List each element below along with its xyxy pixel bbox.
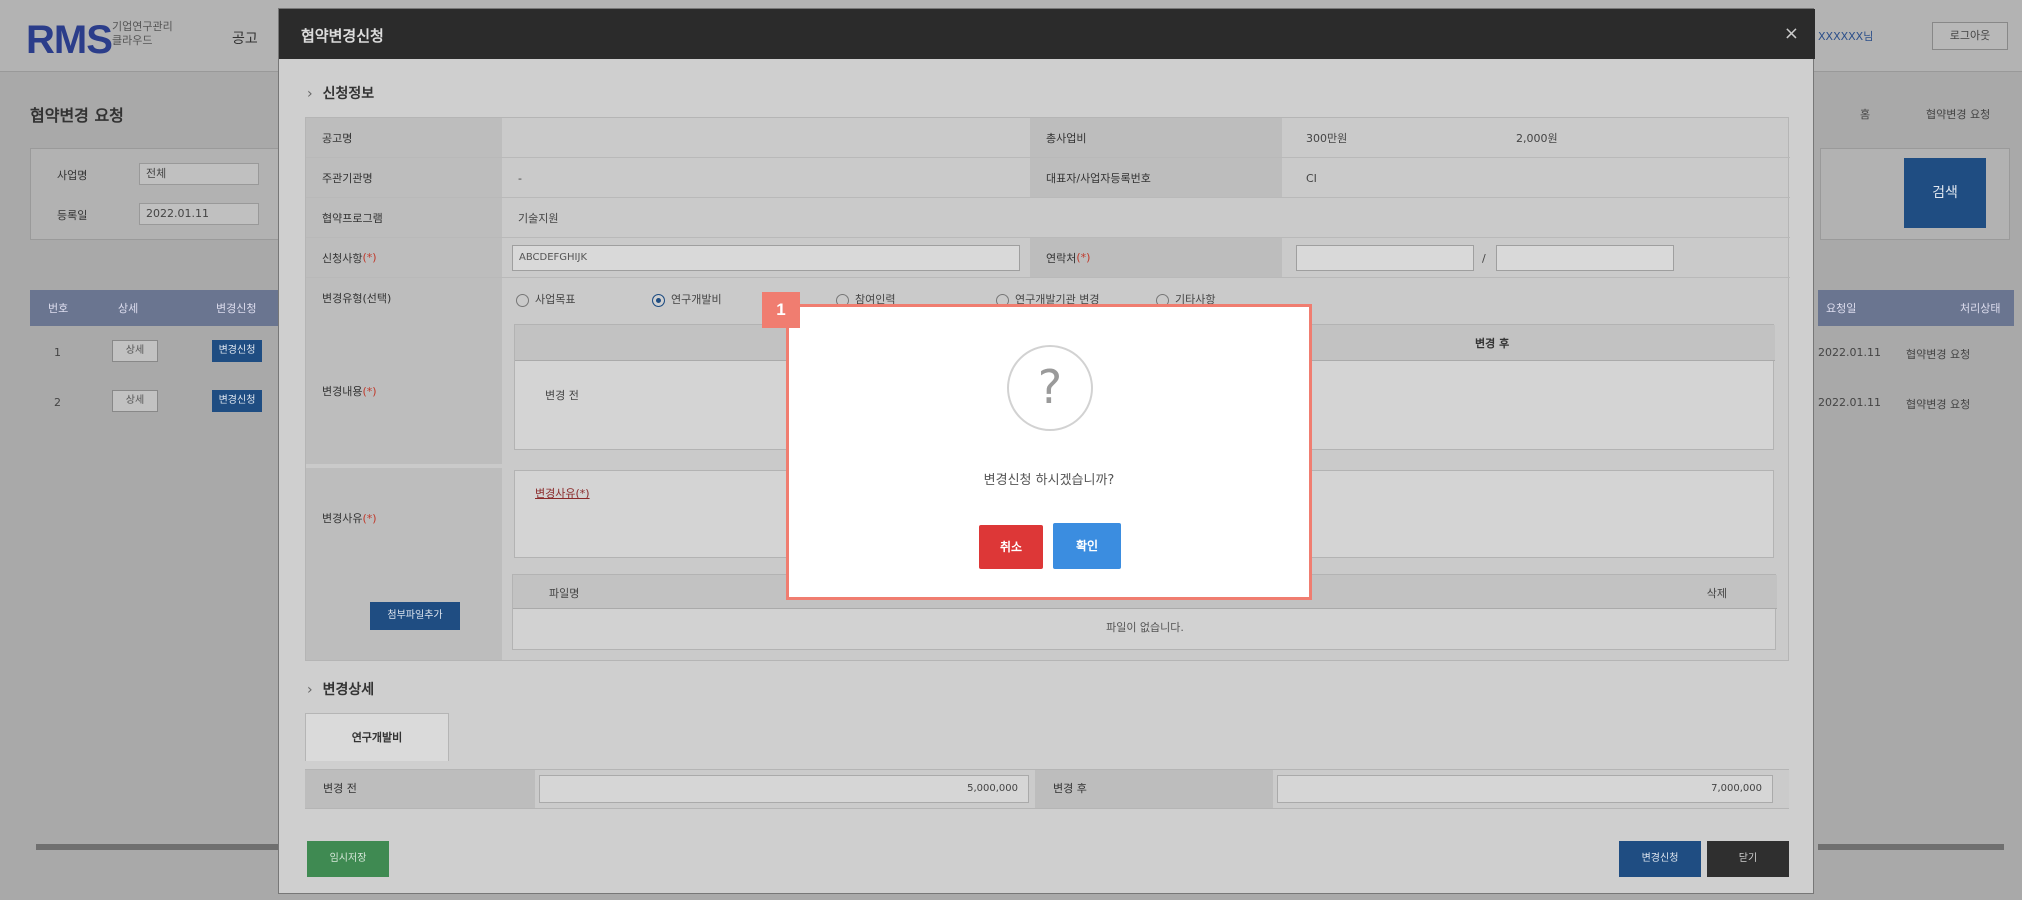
chevron-right-icon: ›	[307, 86, 313, 102]
label-reason: 변경사유 (*)	[306, 468, 502, 568]
user-name-link[interactable]: XXXXXX님	[1818, 28, 1873, 44]
close-button[interactable]: 닫기	[1707, 841, 1789, 877]
step-marker-badge: 1	[762, 292, 800, 328]
detail-after-value: 7,000,000	[1277, 775, 1773, 803]
radio-label: 연구개발비	[671, 293, 722, 306]
search-label-program: 사업명	[57, 169, 88, 182]
breadcrumb-home[interactable]: 홈	[1860, 106, 1870, 122]
file-empty-message: 파일이 없습니다.	[1106, 621, 1184, 634]
grid-col-action: 변경신청	[216, 302, 257, 315]
detail-before-value: 5,000,000	[539, 775, 1029, 803]
label-applicant: 신청사항 (*)	[306, 238, 502, 277]
program-value: 기술지원	[518, 212, 559, 225]
contact-input-2[interactable]	[1496, 245, 1674, 271]
budget-value-2: 2,000원	[1516, 132, 1558, 145]
label-ceo: 대표자/사업자등록번호	[1030, 158, 1282, 197]
applicant-input[interactable]: ABCDEFGHIJK	[512, 245, 1020, 271]
grid-row-apply-button[interactable]: 변경신청	[212, 390, 262, 412]
budget-value-1: 300만원	[1306, 132, 1348, 145]
grid-col-detail: 상세	[118, 302, 139, 315]
question-icon: ?	[1007, 345, 1093, 431]
label-change-content-text: 변경내용	[322, 385, 363, 398]
search-button[interactable]: 검색	[1904, 158, 1986, 228]
horizontal-scrollbar[interactable]	[36, 844, 286, 850]
radio-budget[interactable]: 연구개발비	[652, 291, 722, 307]
grid-row-status: 협약변경 요청	[1906, 398, 1971, 411]
grid-row-status: 협약변경 요청	[1906, 348, 1971, 361]
label-change-content: 변경내용 (*)	[306, 318, 502, 464]
grid-row-detail-button[interactable]: 상세	[112, 390, 158, 412]
grid-row-date: 2022.01.11	[1818, 346, 1881, 359]
radio-goal[interactable]: 사업목표	[516, 291, 575, 307]
form-row: 신청사항 (*) ABCDEFGHIJK 연락처 (*) /	[306, 238, 1790, 278]
change-before-label: 변경 전	[545, 389, 579, 402]
breadcrumb-current: 협약변경 요청	[1926, 108, 1991, 121]
label-reason-text: 변경사유	[322, 512, 363, 525]
required-mark: (*)	[362, 251, 377, 264]
grid-col-no: 번호	[48, 302, 69, 315]
grid-row-detail-button[interactable]: 상세	[112, 340, 158, 362]
grid-row-no: 2	[54, 396, 61, 409]
file-col-delete: 삭제	[1706, 587, 1727, 600]
tab-research-budget[interactable]: 연구개발비	[305, 713, 449, 761]
confirm-message: 변경신청 하시겠습니까?	[983, 473, 1115, 488]
detail-before-label: 변경 전	[305, 770, 535, 808]
grid-row-no: 1	[54, 346, 61, 359]
temp-save-button[interactable]: 임시저장	[307, 841, 389, 877]
search-label-date: 등록일	[57, 209, 88, 222]
grid-col-date: 요청일	[1826, 302, 1857, 315]
detail-after-label: 변경 후	[1035, 770, 1273, 808]
org-value: -	[518, 171, 522, 185]
cancel-button[interactable]: 취소	[979, 525, 1043, 569]
confirm-dialog: ? 변경신청 하시겠습니까? 취소 확인	[786, 304, 1312, 600]
section-title-apply-info: › 신청정보	[307, 83, 374, 103]
ceo-value: CI	[1306, 171, 1317, 185]
logo-subtitle: 기업연구관리 클라우드	[112, 20, 173, 47]
contact-input-1[interactable]	[1296, 245, 1474, 271]
label-change-type: 변경유형(선택)	[306, 278, 502, 318]
label-contact: 연락처 (*)	[1030, 238, 1282, 277]
section-title-change-detail: › 변경상세	[307, 679, 374, 699]
change-after-heading: 변경 후	[1475, 337, 1510, 350]
chevron-right-icon: ›	[307, 682, 313, 698]
close-icon[interactable]: ×	[1784, 23, 1799, 44]
search-panel: 사업명 전체 등록일 2022.01.11	[30, 148, 290, 240]
logo: RMS	[26, 18, 113, 62]
contact-separator: /	[1482, 251, 1486, 265]
page-title: 협약변경 요청	[30, 106, 124, 125]
add-file-button[interactable]: 첨부파일추가	[370, 602, 460, 630]
label-contact-text: 연락처	[1046, 251, 1077, 265]
label-program: 협약프로그램	[306, 198, 502, 237]
search-date-input[interactable]: 2022.01.11	[139, 203, 259, 225]
radio-label: 사업목표	[535, 293, 576, 306]
section-title-text: 신청정보	[322, 86, 375, 102]
modal-header: 협약변경신청 ×	[279, 9, 1815, 59]
label-org: 주관기관명	[306, 158, 502, 197]
label-notice: 공고명	[306, 118, 502, 157]
form-row: 공고명 총사업비 300만원 2,000원	[306, 118, 1790, 158]
menu-item-notice[interactable]: 공고	[232, 28, 258, 48]
file-col-name: 파일명	[549, 587, 580, 600]
reason-text: 변경사유(*)	[535, 487, 590, 500]
label-budget: 총사업비	[1030, 118, 1282, 157]
apply-change-button[interactable]: 변경신청	[1619, 841, 1701, 877]
change-detail-row: 변경 전 5,000,000 변경 후 7,000,000	[305, 769, 1789, 809]
radio-checked-icon	[652, 293, 665, 307]
required-mark: (*)	[362, 384, 377, 398]
grid-row-date: 2022.01.11	[1818, 396, 1881, 409]
radio-circle-icon	[516, 293, 529, 307]
required-mark: (*)	[362, 511, 377, 525]
modal-title: 협약변경신청	[301, 27, 384, 45]
section-title-text: 변경상세	[322, 682, 375, 698]
required-mark: (*)	[1076, 251, 1091, 264]
grid-col-status: 처리상태	[1960, 302, 2001, 315]
logout-button[interactable]: 로그아웃	[1932, 22, 2008, 50]
label-applicant-text: 신청사항	[322, 251, 363, 265]
search-select-program[interactable]: 전체	[139, 163, 259, 185]
ok-button[interactable]: 확인	[1053, 523, 1121, 569]
grid-row-apply-button[interactable]: 변경신청	[212, 340, 262, 362]
form-row: 협약프로그램 기술지원	[306, 198, 1790, 238]
horizontal-scrollbar-right[interactable]	[1818, 844, 2004, 850]
form-row: 주관기관명 - 대표자/사업자등록번호 CI	[306, 158, 1790, 198]
